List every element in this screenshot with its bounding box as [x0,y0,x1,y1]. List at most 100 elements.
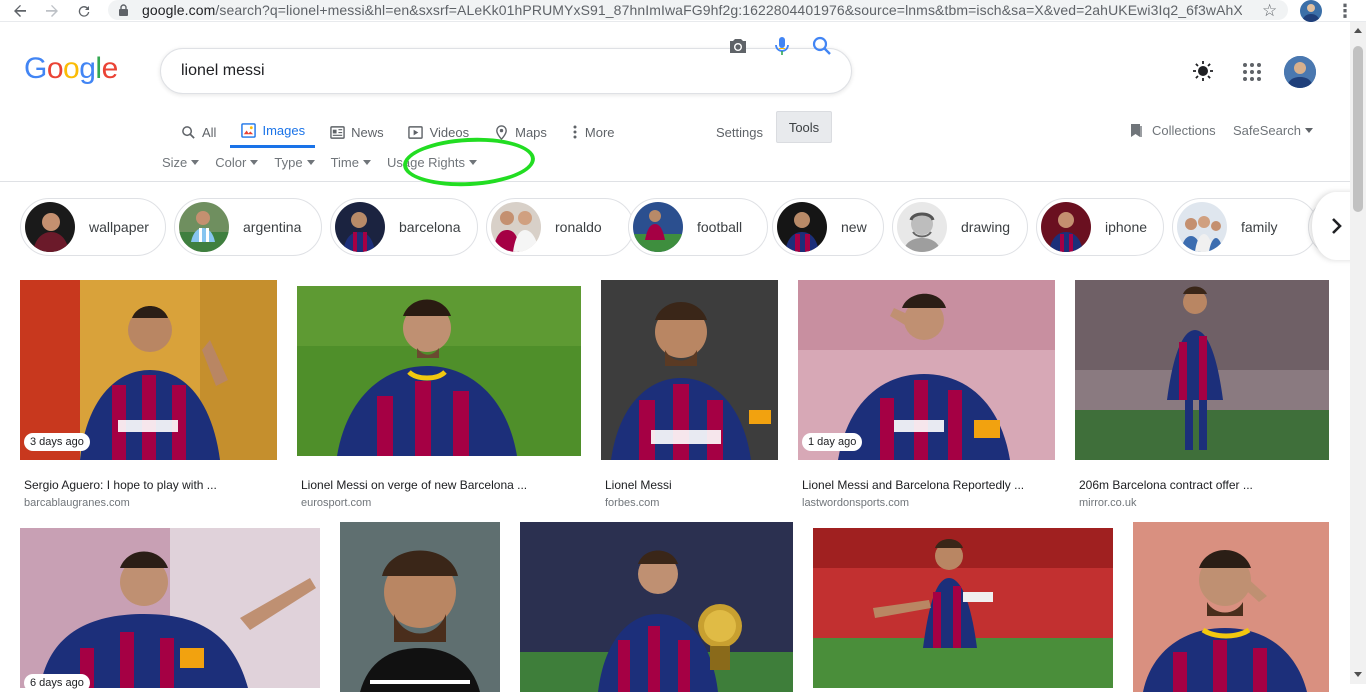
filter-time[interactable]: Time [331,152,371,172]
result-thumbnail[interactable] [601,280,778,460]
chip-argentina[interactable]: argentina [174,198,322,256]
safesearch-label: SafeSearch [1233,122,1301,138]
tab-all[interactable]: All [170,116,226,148]
settings-link[interactable]: Settings [706,116,773,148]
chip-wallpaper[interactable]: wallpaper [20,198,166,256]
url-text: google.com/search?q=lionel+messi&hl=en&s… [142,2,1242,18]
age-badge: 3 days ago [24,433,90,451]
forward-arrow-icon[interactable] [40,0,64,22]
caret-down-icon [469,159,478,165]
address-bar[interactable]: google.com/search?q=lionel+messi&hl=en&s… [108,0,1288,20]
result-domain[interactable]: lastwordonsports.com [802,497,909,509]
scroll-down-icon[interactable] [1354,672,1362,677]
result-thumbnail[interactable] [20,528,320,688]
image-result[interactable]: 3 days ago Sergio Aguero: I hope to play… [20,280,278,509]
caret-down-icon [1304,127,1313,133]
filter-size[interactable]: Size [162,152,200,172]
tab-videos[interactable]: Videos [398,116,480,148]
scroll-up-icon[interactable] [1354,28,1362,33]
result-thumbnail[interactable] [340,522,500,692]
image-result[interactable] [520,522,793,692]
filter-type[interactable]: Type [274,152,315,172]
tab-label: Videos [429,124,470,140]
tab-label: News [351,124,384,140]
chip-iphone[interactable]: iphone [1036,198,1164,256]
result-domain[interactable]: mirror.co.uk [1079,497,1136,509]
image-result[interactable]: 206m Barcelona contract offer ... mirror… [1075,280,1331,509]
image-result[interactable] [1133,522,1329,692]
bookmark-star-icon[interactable]: ☆ [1262,1,1277,21]
result-title[interactable]: Lionel Messi [605,478,775,492]
chip-thumbnail [777,202,827,252]
result-thumbnail[interactable] [1133,522,1329,692]
chip-barcelona[interactable]: barcelona [330,198,478,256]
search-icon[interactable] [810,34,834,58]
chip-label: wallpaper [89,219,149,235]
account-avatar[interactable] [1284,56,1316,88]
browser-toolbar: google.com/search?q=lionel+messi&hl=en&s… [0,0,1366,22]
more-vert-icon [571,124,579,140]
browser-menu-icon[interactable]: ⋮ [1336,1,1354,22]
tab-label: Maps [515,124,547,140]
caret-down-icon [306,159,315,165]
chip-drawing[interactable]: drawing [892,198,1028,256]
collections-link[interactable]: Collections [1128,118,1216,142]
result-thumbnail[interactable] [297,286,581,456]
search-input[interactable] [181,60,701,82]
logo-letter: e [101,52,119,85]
image-result[interactable]: 1 day ago Lionel Messi and Barcelona Rep… [798,280,1056,509]
microphone-icon[interactable] [770,34,794,58]
result-title[interactable]: Lionel Messi and Barcelona Reportedly ..… [802,478,1052,492]
safesearch-dropdown[interactable]: SafeSearch [1233,118,1313,142]
chip-new[interactable]: new [772,198,884,256]
tab-news[interactable]: News [319,116,394,148]
filter-label: Color [215,154,247,170]
image-result[interactable]: 6 days ago [20,528,320,692]
apps-grid-icon[interactable] [1242,62,1262,87]
tab-more[interactable]: More [561,116,625,148]
chip-thumbnail [335,202,385,252]
back-arrow-icon[interactable] [8,0,32,22]
filter-color[interactable]: Color [215,152,259,172]
chip-label: argentina [243,219,302,235]
page-scrollbar[interactable] [1350,22,1366,684]
camera-icon[interactable] [726,34,750,58]
image-result[interactable]: Lionel Messi forbes.com [601,280,779,509]
result-domain[interactable]: eurosport.com [301,497,371,509]
result-title[interactable]: 206m Barcelona contract offer ... [1079,478,1327,492]
tab-maps[interactable]: Maps [483,116,557,148]
result-domain[interactable]: forbes.com [605,497,659,509]
image-result[interactable]: Lionel Messi on verge of new Barcelona .… [297,280,581,509]
filter-label: Size [162,154,188,170]
chip-family[interactable]: family [1172,198,1318,256]
image-result[interactable] [340,522,500,692]
tab-label: Images [262,123,306,138]
logo-letter: g [79,52,96,85]
chip-thumbnail [25,202,75,252]
chip-football[interactable]: football [628,198,768,256]
tab-label: All [202,124,217,140]
result-thumbnail[interactable] [813,528,1113,688]
result-title[interactable]: Sergio Aguero: I hope to play with ... [24,478,274,492]
tools-button[interactable]: Tools [776,111,832,143]
result-thumbnail[interactable] [1075,280,1329,460]
lock-icon [118,4,130,16]
result-thumbnail[interactable] [520,522,793,692]
caret-down-icon [250,159,259,165]
chip-thumbnail [633,202,683,252]
related-chips: wallpaper argentina barcelona ronaldo fo… [20,198,1366,256]
result-domain[interactable]: barcablaugranes.com [24,497,130,509]
chip-ronaldo[interactable]: ronaldo [486,198,634,256]
caret-down-icon [191,159,200,165]
result-title[interactable]: Lionel Messi on verge of new Barcelona .… [301,478,577,492]
filter-usage-rights[interactable]: Usage Rights [387,152,478,172]
theme-toggle-icon[interactable] [1192,60,1214,87]
video-icon [408,124,424,140]
image-result[interactable] [813,528,1113,688]
scrollbar-thumb[interactable] [1353,46,1363,212]
tab-images[interactable]: Images [230,116,316,148]
chip-label: football [697,219,743,235]
profile-avatar[interactable] [1300,0,1322,22]
reload-icon[interactable] [72,0,96,22]
google-logo[interactable]: Google [24,52,118,86]
